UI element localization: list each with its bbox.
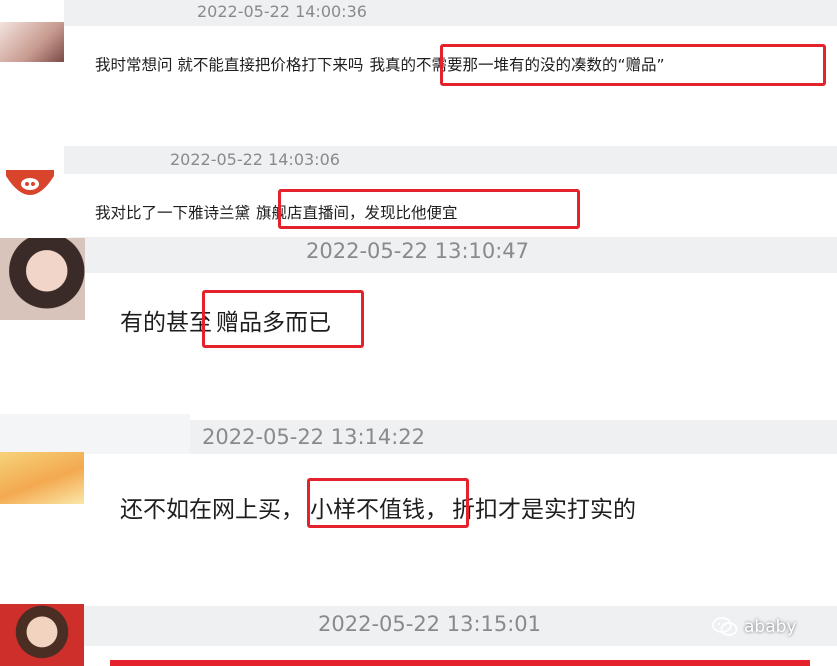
avatar[interactable] — [0, 22, 64, 62]
highlight-box — [278, 189, 580, 229]
comment-timestamp: 2022-05-22 14:03:06 — [170, 150, 340, 169]
avatar-icon — [6, 170, 54, 195]
comment-timestamp: 2022-05-22 13:15:01 — [318, 612, 542, 636]
highlight-box — [110, 660, 810, 666]
comment-text-plain: 我对比了一下雅诗兰黛 — [95, 204, 251, 222]
watermark-label: ababy — [744, 617, 797, 637]
comment-timestamp: 2022-05-22 13:10:47 — [306, 239, 530, 263]
highlight-box — [307, 478, 469, 528]
comment-header-band — [0, 414, 190, 454]
wechat-icon — [712, 617, 738, 636]
highlight-box — [440, 44, 826, 86]
comment-text-plain: 还不如在网上买， — [120, 497, 304, 523]
watermark: ababy — [712, 616, 796, 638]
comment-text-plain: 折扣才是实打实的 — [452, 497, 636, 523]
avatar[interactable] — [0, 452, 84, 504]
avatar[interactable] — [0, 604, 84, 666]
comment-text-plain: 我时常想问 就不能直接把价格打下来吗 — [95, 56, 364, 74]
comment-text-plain: 有的甚至 — [120, 310, 212, 336]
comment-timestamp: 2022-05-22 14:00:36 — [197, 2, 367, 21]
comment-timestamp: 2022-05-22 13:14:22 — [202, 425, 426, 449]
avatar[interactable] — [0, 238, 85, 320]
highlight-box — [202, 290, 364, 348]
avatar[interactable] — [2, 168, 58, 208]
comment-header-band — [64, 0, 837, 26]
